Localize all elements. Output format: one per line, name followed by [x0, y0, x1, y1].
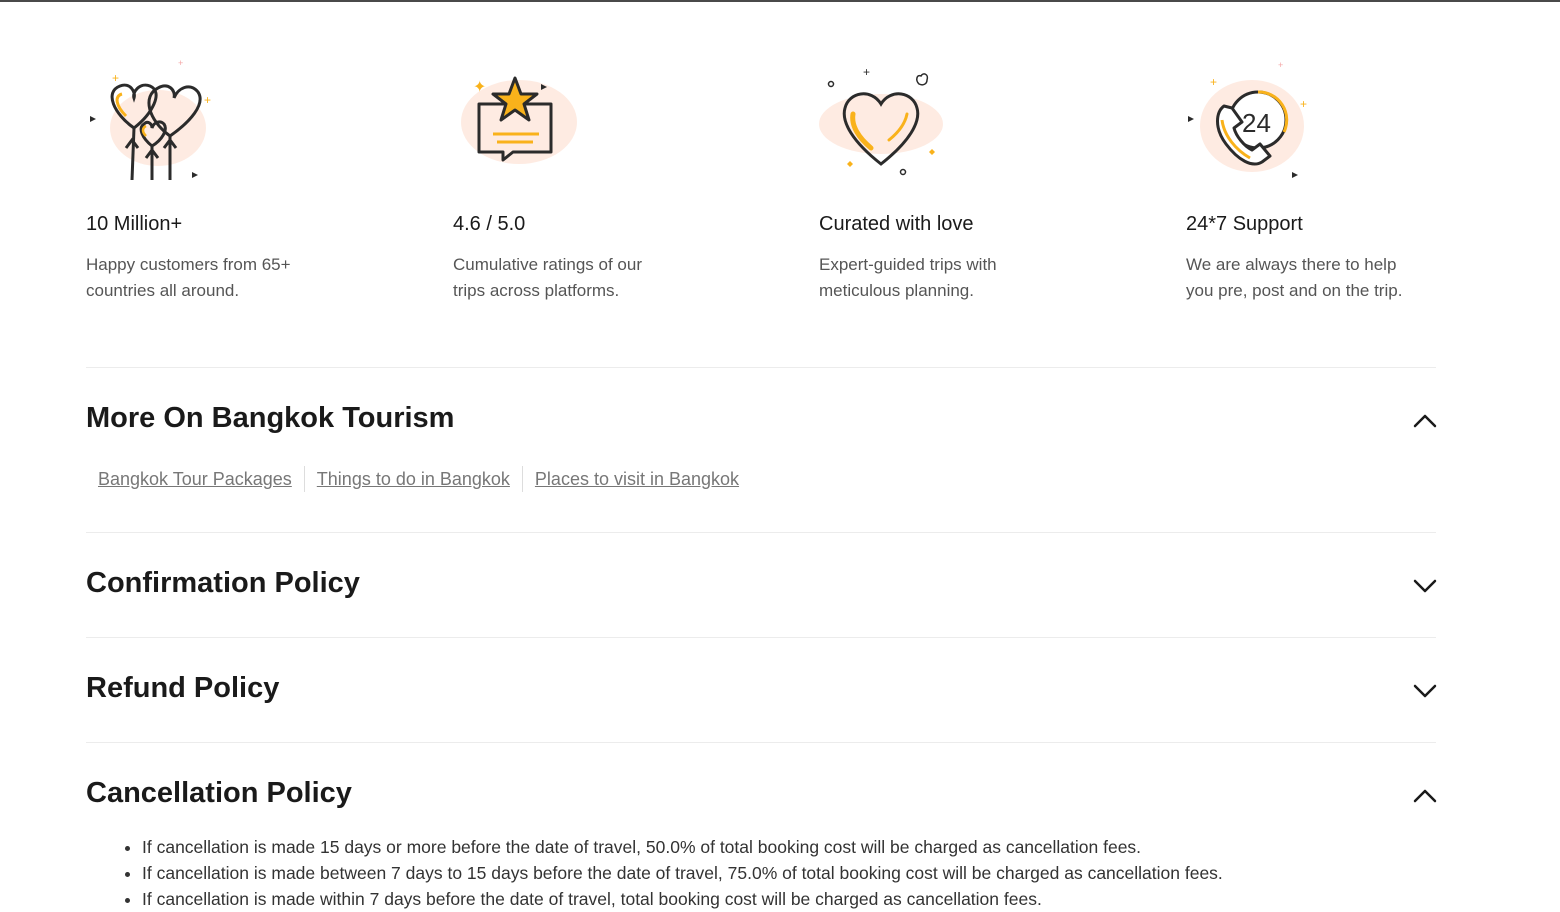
heart-balloons-icon: + + +: [86, 56, 218, 188]
more-on-bangkok-title[interactable]: More On Bangkok Tourism: [86, 402, 454, 435]
feature-desc-line: you pre, post and on the trip.: [1186, 281, 1403, 300]
chevron-up-icon[interactable]: [1412, 787, 1438, 805]
confirmation-policy-title[interactable]: Confirmation Policy: [86, 567, 360, 600]
svg-text:+: +: [204, 93, 211, 107]
link-bangkok-tour-packages[interactable]: Bangkok Tour Packages: [86, 466, 304, 492]
feature-ratings: ✦ 4.6 / 5.0 Cumulative ratings of our tr…: [453, 56, 783, 300]
feature-title: 10 Million+: [86, 213, 183, 235]
svg-text:+: +: [178, 58, 183, 68]
list-item: If cancellation is made within 7 days be…: [142, 886, 1223, 912]
link-places-to-visit[interactable]: Places to visit in Bangkok: [523, 466, 751, 492]
cancellation-policy-title[interactable]: Cancellation Policy: [86, 777, 352, 810]
phone-24-icon: 24 + + +: [1186, 56, 1318, 188]
link-things-to-do[interactable]: Things to do in Bangkok: [305, 466, 522, 492]
section-divider: [86, 637, 1436, 638]
feature-desc-line: Expert-guided trips with: [819, 255, 997, 274]
chevron-up-icon[interactable]: [1412, 412, 1438, 430]
heart-icon: +: [819, 56, 951, 188]
feature-desc-line: Happy customers from 65+: [86, 255, 291, 274]
features-row: + + + 10 Million+ Happy customers from 6…: [86, 56, 1486, 316]
section-divider: [86, 742, 1436, 743]
feature-title: Curated with love: [819, 213, 974, 235]
svg-text:+: +: [863, 65, 870, 79]
feature-title: 4.6 / 5.0: [453, 213, 526, 235]
svg-text:+: +: [1300, 97, 1307, 111]
feature-description: We are always there to help you pre, pos…: [1186, 252, 1486, 304]
section-divider: [86, 532, 1436, 533]
feature-support: 24 + + + 24*7 Support We are always ther…: [1186, 56, 1516, 300]
chevron-down-icon[interactable]: [1412, 682, 1438, 700]
refund-policy-title[interactable]: Refund Policy: [86, 672, 279, 705]
feature-description: Happy customers from 65+ countries all a…: [86, 252, 386, 304]
star-rating-icon: ✦: [453, 56, 585, 188]
cancellation-policy-list: If cancellation is made 15 days or more …: [118, 834, 1223, 912]
svg-text:✦: ✦: [473, 79, 486, 96]
top-border: [0, 0, 1560, 2]
svg-text:24: 24: [1242, 108, 1271, 138]
feature-desc-line: We are always there to help: [1186, 255, 1397, 274]
feature-description: Cumulative ratings of our trips across p…: [453, 252, 753, 304]
chevron-down-icon[interactable]: [1412, 577, 1438, 595]
feature-title: 24*7 Support: [1186, 213, 1303, 235]
feature-description: Expert-guided trips with meticulous plan…: [819, 252, 1119, 304]
svg-text:+: +: [1210, 75, 1217, 89]
feature-desc-line: trips across platforms.: [453, 281, 620, 300]
svg-text:+: +: [1278, 60, 1283, 70]
feature-customers: + + + 10 Million+ Happy customers from 6…: [86, 56, 416, 300]
svg-text:+: +: [112, 71, 119, 85]
section-divider: [86, 367, 1436, 368]
feature-desc-line: Cumulative ratings of our: [453, 255, 642, 274]
list-item: If cancellation is made between 7 days t…: [142, 860, 1223, 886]
list-item: If cancellation is made 15 days or more …: [142, 834, 1223, 860]
tourism-links: Bangkok Tour Packages Things to do in Ba…: [86, 465, 751, 493]
feature-desc-line: countries all around.: [86, 281, 240, 300]
feature-desc-line: meticulous planning.: [819, 281, 974, 300]
feature-curated: + Curated with love Expert-guided trips …: [819, 56, 1149, 300]
